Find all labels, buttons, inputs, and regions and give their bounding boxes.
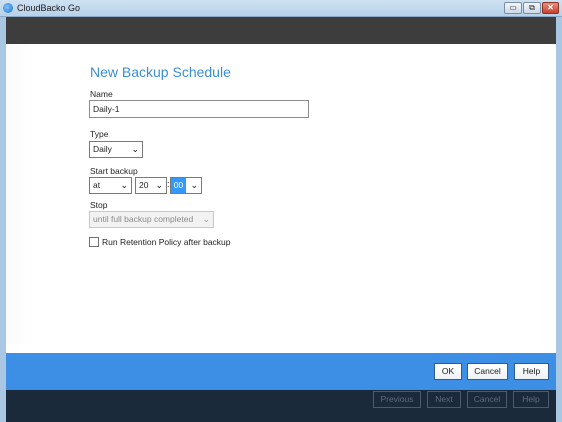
start-minute-select[interactable]: 00 ⌄ [170,177,202,194]
start-hour-select[interactable]: 20 ⌄ [135,177,167,194]
name-label: Name [90,89,113,99]
chevron-down-icon: ⌄ [190,180,198,190]
stop-select-value: until full backup completed [93,214,194,224]
stop-label: Stop [90,200,108,210]
type-select-value: Daily [93,144,112,154]
retention-checkbox[interactable] [89,237,99,247]
start-hour-value: 20 [139,180,149,190]
name-input[interactable] [89,100,309,118]
minimize-button[interactable]: ▭ [504,2,522,14]
stop-select: until full backup completed ⌄ [89,211,214,228]
chevron-down-icon: ⌄ [202,214,210,224]
app-icon [3,3,13,13]
ok-button[interactable]: OK [434,363,462,380]
start-mode-select[interactable]: at ⌄ [89,177,132,194]
window-titlebar[interactable]: CloudBacko Go ▭ ⧉ ✕ [0,0,562,17]
type-select[interactable]: Daily ⌄ [89,141,143,158]
chevron-down-icon: ⌄ [131,144,139,154]
side-shadow [6,44,34,344]
start-backup-label: Start backup [90,166,138,176]
page-title: New Backup Schedule [90,64,231,80]
cancel-button[interactable]: Cancel [467,363,508,380]
close-button[interactable]: ✕ [542,2,559,14]
help-button[interactable]: Help [514,363,549,380]
retention-label[interactable]: Run Retention Policy after backup [102,237,231,247]
previous-button: Previous [373,391,421,408]
wizard-help-button: Help [513,391,549,408]
type-label: Type [90,129,109,139]
start-minute-value: 00 [171,178,186,193]
wizard-cancel-button: Cancel [467,391,507,408]
maximize-button[interactable]: ⧉ [523,2,541,14]
window-border-right [556,17,562,422]
chevron-down-icon: ⌄ [155,180,163,190]
content-panel [6,44,556,353]
chevron-down-icon: ⌄ [120,180,128,190]
window-title: CloudBacko Go [17,3,81,13]
start-mode-value: at [93,180,101,190]
app-window: CloudBacko Go ▭ ⧉ ✕ New Backup Schedule … [0,0,562,422]
header-bar [6,17,556,44]
next-button: Next [427,391,461,408]
